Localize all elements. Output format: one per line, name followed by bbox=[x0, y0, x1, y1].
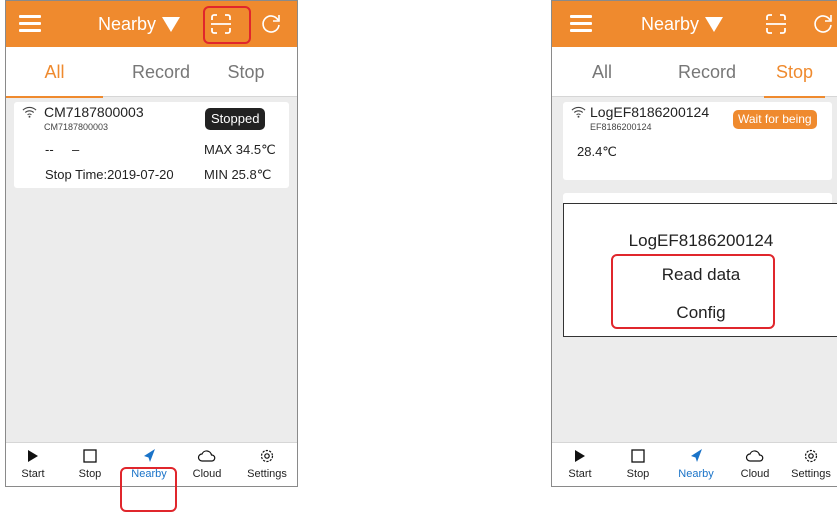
max-temperature: MAX 34.5℃ bbox=[204, 142, 276, 157]
scan-icon[interactable] bbox=[764, 12, 788, 36]
nav-stop[interactable]: Stop bbox=[610, 447, 666, 480]
nav-start[interactable]: Start bbox=[6, 447, 61, 480]
nav-cloud[interactable]: Cloud bbox=[179, 447, 235, 480]
status-badge: Wait for being bbox=[733, 110, 817, 129]
nav-cloud-label: Cloud bbox=[192, 468, 222, 480]
caret-down-icon bbox=[705, 17, 724, 32]
phone-screen-left: Nearby All Record Stop CM7187800003 CM71… bbox=[5, 0, 298, 487]
filter-tabs: All Record Stop bbox=[552, 47, 837, 98]
filter-tabs: All Record Stop bbox=[6, 47, 297, 98]
nav-start[interactable]: Start bbox=[552, 447, 608, 480]
dialog-title: LogEF8186200124 bbox=[628, 231, 774, 250]
nav-nearby[interactable]: Nearby bbox=[668, 447, 724, 480]
square-icon bbox=[631, 449, 645, 463]
location-dropdown[interactable]: Nearby bbox=[98, 14, 181, 34]
menu-icon[interactable] bbox=[19, 14, 41, 34]
header-title: Nearby bbox=[98, 14, 157, 34]
tab-all-label: All bbox=[591, 62, 612, 82]
nav-settings-label: Settings bbox=[791, 468, 831, 480]
gear-icon bbox=[804, 449, 818, 463]
tab-record-label: Record bbox=[131, 62, 191, 82]
menu-icon[interactable] bbox=[570, 14, 592, 34]
tab-record[interactable]: Record bbox=[116, 47, 206, 97]
device-card[interactable]: CM7187800003 CM7187800003 Stopped -- – M… bbox=[14, 102, 289, 188]
bottom-nav: Start Stop Nearby Cloud Settings bbox=[552, 442, 837, 486]
nav-stop-label: Stop bbox=[78, 468, 102, 480]
play-icon bbox=[28, 450, 38, 462]
scan-highlight bbox=[203, 6, 251, 44]
tab-stop-label: Stop bbox=[227, 62, 265, 82]
tab-stop[interactable]: Stop bbox=[752, 47, 837, 98]
reading-b: – bbox=[72, 142, 80, 157]
tab-all[interactable]: All bbox=[552, 47, 652, 97]
nav-cloud[interactable]: Cloud bbox=[727, 447, 783, 480]
tab-all-label: All bbox=[44, 62, 65, 82]
tab-record-label: Record bbox=[677, 62, 737, 82]
refresh-icon[interactable] bbox=[259, 12, 283, 36]
device-name: LogEF8186200124 bbox=[590, 104, 710, 120]
nearby-highlight bbox=[120, 467, 177, 512]
tab-record[interactable]: Record bbox=[662, 47, 752, 97]
active-tab-indicator bbox=[764, 96, 825, 98]
active-tab-indicator bbox=[6, 96, 103, 98]
nav-stop[interactable]: Stop bbox=[62, 447, 118, 480]
nav-settings[interactable]: Settings bbox=[239, 447, 295, 480]
compass-icon bbox=[691, 449, 702, 462]
min-temperature: MIN 25.8℃ bbox=[204, 167, 272, 182]
phone-screen-right: Nearby All Record Stop LogEF8186200124 E… bbox=[551, 0, 837, 487]
location-dropdown[interactable]: Nearby bbox=[641, 14, 724, 34]
device-id: EF8186200124 bbox=[590, 122, 652, 132]
refresh-icon[interactable] bbox=[811, 12, 835, 36]
device-card[interactable]: LogEF8186200124 EF8186200124 Wait for be… bbox=[563, 102, 832, 180]
compass-icon bbox=[144, 449, 155, 462]
nav-stop-label: Stop bbox=[626, 468, 650, 480]
caret-down-icon bbox=[162, 17, 181, 32]
wifi-icon bbox=[22, 106, 37, 118]
header-title: Nearby bbox=[641, 14, 700, 34]
reading-a: -- bbox=[45, 142, 54, 157]
nav-nearby-label: Nearby bbox=[678, 468, 714, 480]
tab-all[interactable]: All bbox=[6, 47, 103, 98]
cloud-icon bbox=[197, 450, 216, 462]
temperature-reading: 28.4℃ bbox=[577, 144, 617, 159]
gear-icon bbox=[260, 449, 274, 463]
cloud-icon bbox=[745, 450, 764, 462]
nav-settings-label: Settings bbox=[247, 468, 287, 480]
tab-stop[interactable]: Stop bbox=[206, 47, 286, 97]
dialog-options-highlight bbox=[611, 254, 775, 329]
play-icon bbox=[575, 450, 585, 462]
nav-settings[interactable]: Settings bbox=[783, 447, 837, 480]
square-icon bbox=[83, 449, 97, 463]
wifi-icon bbox=[571, 106, 586, 118]
status-badge: Stopped bbox=[205, 108, 266, 130]
stop-time: Stop Time:2019-07-20 bbox=[45, 167, 174, 182]
nav-start-label: Start bbox=[568, 468, 592, 480]
device-id: CM7187800003 bbox=[44, 122, 109, 132]
nav-cloud-label: Cloud bbox=[740, 468, 770, 480]
nav-start-label: Start bbox=[21, 468, 45, 480]
tab-stop-label: Stop bbox=[775, 62, 814, 82]
device-name: CM7187800003 bbox=[44, 104, 144, 120]
top-bar: Nearby bbox=[6, 1, 297, 47]
top-bar: Nearby bbox=[552, 1, 837, 47]
